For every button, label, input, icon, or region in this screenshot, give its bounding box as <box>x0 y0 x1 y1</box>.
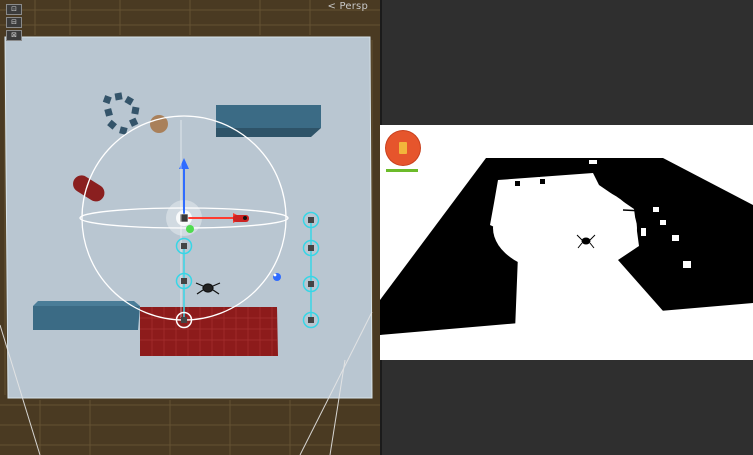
obstacle-box-top[interactable] <box>216 105 321 137</box>
blue-pickup[interactable] <box>273 273 281 281</box>
game-view[interactable] <box>380 125 753 360</box>
game-render <box>380 158 753 335</box>
health-bar-fill <box>386 169 418 172</box>
player-avatar[interactable] <box>386 131 420 165</box>
unity-editor-split-view: ⊡ ⊟ ⊠ < Persp <box>0 0 753 455</box>
view-ray <box>622 209 643 212</box>
pivot-icon[interactable]: ⊡ <box>6 4 22 15</box>
scene-gizmo-toolbar: ⊡ ⊟ ⊠ <box>6 4 22 41</box>
player-marker[interactable] <box>233 215 249 222</box>
grid-icon[interactable]: ⊟ <box>6 17 22 28</box>
snap-icon[interactable]: ⊠ <box>6 30 22 41</box>
obstacle-box-bottom[interactable] <box>33 301 140 330</box>
scene-view[interactable]: ⊡ ⊟ ⊠ < Persp <box>0 0 380 455</box>
scene-viewport[interactable] <box>0 0 380 455</box>
red-platform[interactable] <box>140 307 278 356</box>
door-icon <box>399 142 407 154</box>
health-bar <box>386 169 418 172</box>
camera-mode-label[interactable]: < Persp <box>328 1 368 12</box>
